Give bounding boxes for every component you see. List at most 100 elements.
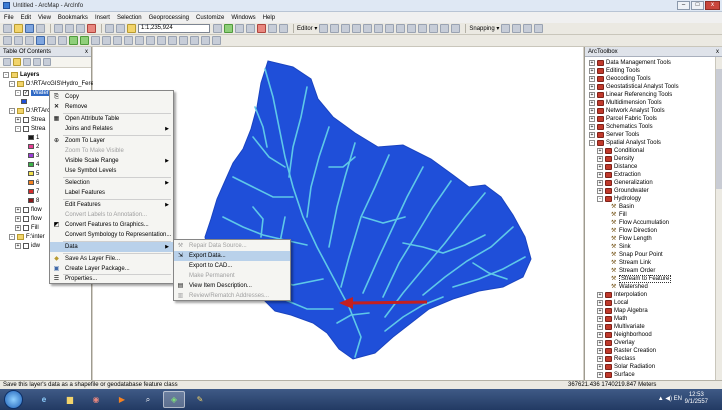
close-button[interactable]: x xyxy=(705,1,720,10)
scrollbar-thumb[interactable] xyxy=(716,69,722,189)
collapse-icon[interactable]: - xyxy=(3,71,9,78)
menu-item-use-symbol-levels[interactable]: Use Symbol Levels xyxy=(50,166,173,176)
cut-icon[interactable] xyxy=(54,24,63,33)
menu-item-convert-symbology[interactable]: Convert Symbology to Representation... xyxy=(50,230,173,240)
edit-annotation-icon[interactable] xyxy=(330,24,340,33)
toc-group-hydro[interactable]: - D:\RTArcGIS\Hydro_Feret xyxy=(9,79,95,88)
expand-icon[interactable]: + xyxy=(589,92,595,98)
html-popup-icon[interactable] xyxy=(146,36,155,45)
expand-icon[interactable]: + xyxy=(15,206,21,213)
hydrology-tool-item[interactable]: ⚒ Snap Pour Point xyxy=(611,251,663,259)
menu-help[interactable]: Help xyxy=(263,15,275,21)
model-builder-icon[interactable] xyxy=(279,24,288,33)
menu-item-data[interactable]: Data ▶ xyxy=(50,242,173,252)
collapse-icon[interactable]: - xyxy=(9,107,15,114)
expand-icon[interactable]: + xyxy=(597,300,603,306)
expand-icon[interactable]: + xyxy=(597,332,603,338)
expand-icon[interactable]: + xyxy=(597,348,603,354)
menu-bookmarks[interactable]: Bookmarks xyxy=(58,15,88,21)
hydrology-tool-item[interactable]: ⚒ Flow Accumulation xyxy=(611,219,669,227)
find-route-icon[interactable] xyxy=(179,36,188,45)
expand-icon[interactable]: + xyxy=(597,164,603,170)
expand-icon[interactable]: + xyxy=(597,156,603,162)
new-document-icon[interactable] xyxy=(3,24,12,33)
menu-item-zoom-to-layer[interactable]: ⊕ Zoom To Layer xyxy=(50,136,173,146)
menu-edit[interactable]: Edit xyxy=(21,15,31,21)
menu-item-convert-features-graphics[interactable]: ◩ Convert Features to Graphics... xyxy=(50,220,173,230)
toc-layer-idw[interactable]: + idw xyxy=(15,241,40,250)
toolset-item[interactable]: + Raster Creation xyxy=(597,347,656,355)
toolset-item[interactable]: + Overlay xyxy=(597,339,635,347)
collapse-icon[interactable]: - xyxy=(15,89,21,96)
select-features-icon[interactable] xyxy=(91,36,100,45)
expand-icon[interactable]: + xyxy=(589,60,595,66)
previous-extent-icon[interactable] xyxy=(69,36,78,45)
expand-icon[interactable]: + xyxy=(597,180,603,186)
expand-icon[interactable]: + xyxy=(597,316,603,322)
collapse-icon[interactable]: - xyxy=(15,125,21,132)
menu-item-label-features[interactable]: Label Features xyxy=(50,188,173,198)
hydrology-tool-item[interactable]: ⚒ Stream to Feature xyxy=(611,275,672,283)
time-slider-icon[interactable] xyxy=(201,36,210,45)
toc-root-layers[interactable]: - Layers xyxy=(3,70,39,79)
menu-insert[interactable]: Insert xyxy=(95,15,110,21)
expand-icon[interactable]: + xyxy=(589,100,595,106)
menu-view[interactable]: View xyxy=(38,15,51,21)
trace-icon[interactable] xyxy=(363,24,373,33)
clear-selection-icon[interactable] xyxy=(102,36,111,45)
reshape-icon[interactable] xyxy=(396,24,406,33)
select-elements-icon[interactable] xyxy=(113,36,122,45)
chrome-taskbar-icon[interactable]: ◉ xyxy=(85,391,107,408)
toolset-item[interactable]: + Solar Radiation xyxy=(597,363,655,371)
expand-icon[interactable]: + xyxy=(15,224,21,231)
copy-icon[interactable] xyxy=(65,24,74,33)
edit-vertices-icon[interactable] xyxy=(385,24,395,33)
expand-icon[interactable]: + xyxy=(597,308,603,314)
toc-layer-fill[interactable]: + Fill xyxy=(15,223,39,232)
edit-tool-icon[interactable] xyxy=(319,24,329,33)
find-icon[interactable] xyxy=(168,36,177,45)
expand-icon[interactable]: + xyxy=(589,84,595,90)
media-player-taskbar-icon[interactable]: ▶ xyxy=(111,391,133,408)
toc-layer-flow-2[interactable]: + flow xyxy=(15,214,42,223)
full-extent-icon[interactable] xyxy=(36,36,45,45)
hydrology-tool-item[interactable]: ⚒ Sink xyxy=(611,243,631,251)
menu-windows[interactable]: Windows xyxy=(231,15,255,21)
straight-segment-icon[interactable] xyxy=(341,24,351,33)
vertex-snapping-icon[interactable] xyxy=(523,24,533,33)
menu-item-save-as-layer-file[interactable]: ◆ Save As Layer File... xyxy=(50,254,173,264)
toolset-item[interactable]: + Neighborhood xyxy=(597,331,652,339)
toolset-item[interactable]: + Generalization xyxy=(597,179,653,187)
menu-item-edit-features[interactable]: Edit Features ▶ xyxy=(50,200,173,210)
hydrology-tool-item[interactable]: ⚒ Basin xyxy=(611,203,634,211)
pan-icon[interactable] xyxy=(25,36,34,45)
expand-icon[interactable]: + xyxy=(15,116,21,123)
expand-icon[interactable]: + xyxy=(589,108,595,114)
menu-item-open-attribute-table[interactable]: ▦ Open Attribute Table xyxy=(50,114,173,124)
list-by-drawing-order-icon[interactable] xyxy=(3,58,11,66)
maximize-button[interactable]: □ xyxy=(691,1,704,10)
layer-visibility-checkbox[interactable]: ✓ xyxy=(23,89,29,96)
expand-icon[interactable]: + xyxy=(597,292,603,298)
hydrology-tool-item[interactable]: ⚒ Stream Order xyxy=(611,267,655,275)
collapse-icon[interactable]: - xyxy=(9,233,15,240)
search-taskbar-icon[interactable]: ⌕ xyxy=(137,391,159,408)
layer-visibility-checkbox[interactable] xyxy=(23,125,29,132)
menu-item-view-item-description[interactable]: ▤ View Item Description... xyxy=(174,281,290,291)
end-snapping-icon[interactable] xyxy=(512,24,522,33)
toolbox-item[interactable]: + Geocoding Tools xyxy=(589,75,651,83)
arcmap-taskbar-icon[interactable]: ◈ xyxy=(163,391,185,408)
watershed-polygon[interactable] xyxy=(204,60,532,360)
toc-layer-flow-1[interactable]: + flow xyxy=(15,205,42,214)
toolbox-item[interactable]: + Schematics Tools xyxy=(589,123,653,131)
hyperlink-icon[interactable] xyxy=(135,36,144,45)
system-tray[interactable]: ▲ ◀) EN xyxy=(658,395,682,402)
toolbox-item[interactable]: + Data Management Tools xyxy=(589,59,671,67)
menu-customize[interactable]: Customize xyxy=(196,15,224,21)
explorer-taskbar-icon[interactable]: ▆ xyxy=(59,391,81,408)
minimize-button[interactable]: – xyxy=(677,1,690,10)
expand-icon[interactable]: + xyxy=(589,76,595,82)
toc-close-button[interactable]: x xyxy=(85,47,88,57)
paste-icon[interactable] xyxy=(76,24,85,33)
toolbox-item[interactable]: + Server Tools xyxy=(589,131,639,139)
